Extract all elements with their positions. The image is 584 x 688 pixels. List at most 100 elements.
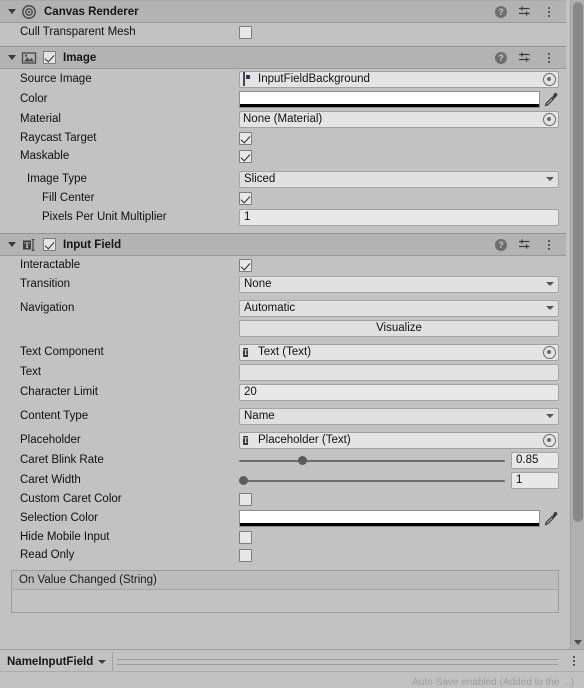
dropdown-image-type[interactable]: Sliced: [239, 170, 559, 188]
component-enable-checkbox-image[interactable]: [43, 51, 56, 64]
label-pixels-per-unit-multiplier: Pixels Per Unit Multiplier: [42, 211, 167, 223]
field-hide-mobile-input: [239, 530, 566, 544]
input-caret-width[interactable]: 1: [511, 471, 559, 489]
field-read-only: [239, 548, 566, 562]
label-character-limit: Character Limit: [20, 386, 98, 398]
row-custom-caret-color: Custom Caret Color: [0, 490, 566, 508]
color-alpha-bar: [240, 103, 539, 107]
row-pixels-per-unit-multiplier: Pixels Per Unit Multiplier 1: [0, 207, 566, 227]
slider-track: [239, 459, 505, 462]
input-character-limit[interactable]: 20: [239, 383, 559, 401]
slider-knob[interactable]: [297, 456, 307, 465]
more-options-icon[interactable]: [542, 51, 555, 64]
vertical-scrollbar[interactable]: [570, 0, 584, 649]
dropdown-content-type[interactable]: Name: [239, 407, 559, 425]
row-character-limit: Character Limit 20: [0, 382, 566, 402]
preset-settings-icon[interactable]: [518, 5, 531, 18]
input-caret-blink-rate[interactable]: 0.85: [511, 451, 559, 469]
slider-track: [239, 479, 505, 482]
field-source-image: InputFieldBackground: [239, 70, 566, 88]
label-image-type: Image Type: [27, 173, 87, 185]
slider-knob[interactable]: [239, 476, 248, 485]
eyedropper-icon[interactable]: [543, 92, 559, 107]
checkbox-custom-caret-color[interactable]: [239, 492, 252, 506]
checkbox-raycast-target[interactable]: [239, 131, 252, 145]
help-icon[interactable]: ?: [495, 51, 507, 64]
input-text[interactable]: [239, 363, 559, 381]
component-title-canvas-renderer: Canvas Renderer: [44, 5, 139, 18]
color-swatch: [240, 510, 539, 523]
visualize-button[interactable]: Visualize: [239, 319, 559, 337]
component-enable-checkbox-input-field[interactable]: [43, 238, 56, 251]
checkbox-hide-mobile-input[interactable]: [239, 530, 252, 544]
object-field-placeholder[interactable]: T Placeholder (Text): [239, 431, 559, 449]
field-custom-caret-color: [239, 492, 566, 506]
more-options-icon[interactable]: [542, 238, 555, 251]
scrollbar-thumb[interactable]: [573, 2, 583, 522]
foldout-arrow-image[interactable]: [6, 51, 19, 64]
row-placeholder: Placeholder T Placeholder (Text): [0, 430, 566, 450]
preset-settings-icon[interactable]: [518, 238, 531, 251]
component-header-input-field[interactable]: T Input Field ?: [0, 233, 566, 256]
component-header-actions-input-field: ?: [495, 238, 562, 251]
field-color: [239, 90, 566, 108]
row-material: Material None (Material): [0, 109, 566, 129]
slider-caret-blink-rate[interactable]: [239, 454, 505, 467]
component-body-canvas-renderer: Cull Transparent Mesh: [0, 23, 566, 46]
row-maskable: Maskable: [0, 147, 566, 165]
more-options-icon[interactable]: [573, 655, 575, 666]
preset-settings-icon[interactable]: [518, 51, 531, 64]
checkbox-maskable[interactable]: [239, 149, 252, 163]
foldout-arrow-canvas-renderer[interactable]: [6, 5, 19, 18]
color-field-selection-color[interactable]: [239, 509, 540, 527]
eyedropper-icon[interactable]: [543, 511, 559, 526]
component-stack: Canvas Renderer ? Cull Transparent Mesh …: [0, 0, 566, 613]
field-character-limit: 20: [239, 383, 566, 401]
label-read-only: Read Only: [20, 549, 75, 561]
chevron-down-icon: [98, 659, 107, 664]
color-alpha-bar: [240, 522, 539, 526]
label-placeholder: Placeholder: [20, 434, 81, 446]
object-field-text-component[interactable]: T Text (Text): [239, 343, 559, 361]
checkbox-cull-transparent-mesh[interactable]: [239, 25, 252, 39]
help-icon[interactable]: ?: [495, 238, 507, 251]
text-component-icon: T: [243, 436, 249, 445]
more-options-icon[interactable]: [542, 5, 555, 18]
row-text: Text: [0, 362, 566, 382]
row-cull-transparent-mesh: Cull Transparent Mesh: [0, 23, 566, 41]
checkbox-fill-center[interactable]: [239, 191, 252, 205]
text-component-icon: T: [243, 348, 249, 357]
label-cull-transparent-mesh: Cull Transparent Mesh: [20, 26, 136, 38]
help-icon[interactable]: ?: [495, 5, 507, 18]
slider-caret-width[interactable]: [239, 474, 505, 487]
field-pixels-per-unit-multiplier: 1: [239, 208, 566, 226]
inspector-footer: NameInputField Auto Save enabled (Added …: [0, 649, 584, 688]
row-fill-center: Fill Center: [0, 189, 566, 207]
dropdown-navigation[interactable]: Automatic: [239, 299, 559, 317]
object-picker-icon[interactable]: [543, 73, 556, 86]
component-header-canvas-renderer[interactable]: Canvas Renderer ?: [0, 0, 566, 23]
object-field-source-image[interactable]: InputFieldBackground: [239, 70, 559, 88]
dropdown-transition[interactable]: None: [239, 275, 559, 293]
row-visualize: Visualize: [0, 318, 566, 338]
label-source-image: Source Image: [20, 73, 92, 85]
object-picker-icon[interactable]: [543, 346, 556, 359]
component-header-image[interactable]: Image ?: [0, 46, 566, 69]
foldout-arrow-input-field[interactable]: [6, 238, 19, 251]
color-field-image-color[interactable]: [239, 90, 540, 108]
input-field-icon: T: [21, 237, 37, 253]
event-list-body[interactable]: [12, 590, 558, 612]
object-picker-icon[interactable]: [543, 434, 556, 447]
field-content-type: Name: [239, 407, 566, 425]
object-field-value-material: None (Material): [243, 113, 323, 125]
object-field-material[interactable]: None (Material): [239, 110, 559, 128]
field-caret-width: 1: [239, 471, 566, 489]
checkbox-interactable[interactable]: [239, 258, 252, 272]
input-pixels-per-unit-multiplier[interactable]: 1: [239, 208, 559, 226]
checkbox-read-only[interactable]: [239, 548, 252, 562]
event-list-title: On Value Changed (String): [12, 571, 558, 590]
chevron-down-icon[interactable]: [574, 640, 582, 645]
object-picker-icon[interactable]: [543, 113, 556, 126]
object-selector-dropdown[interactable]: NameInputField: [0, 651, 114, 672]
label-maskable: Maskable: [20, 150, 70, 162]
